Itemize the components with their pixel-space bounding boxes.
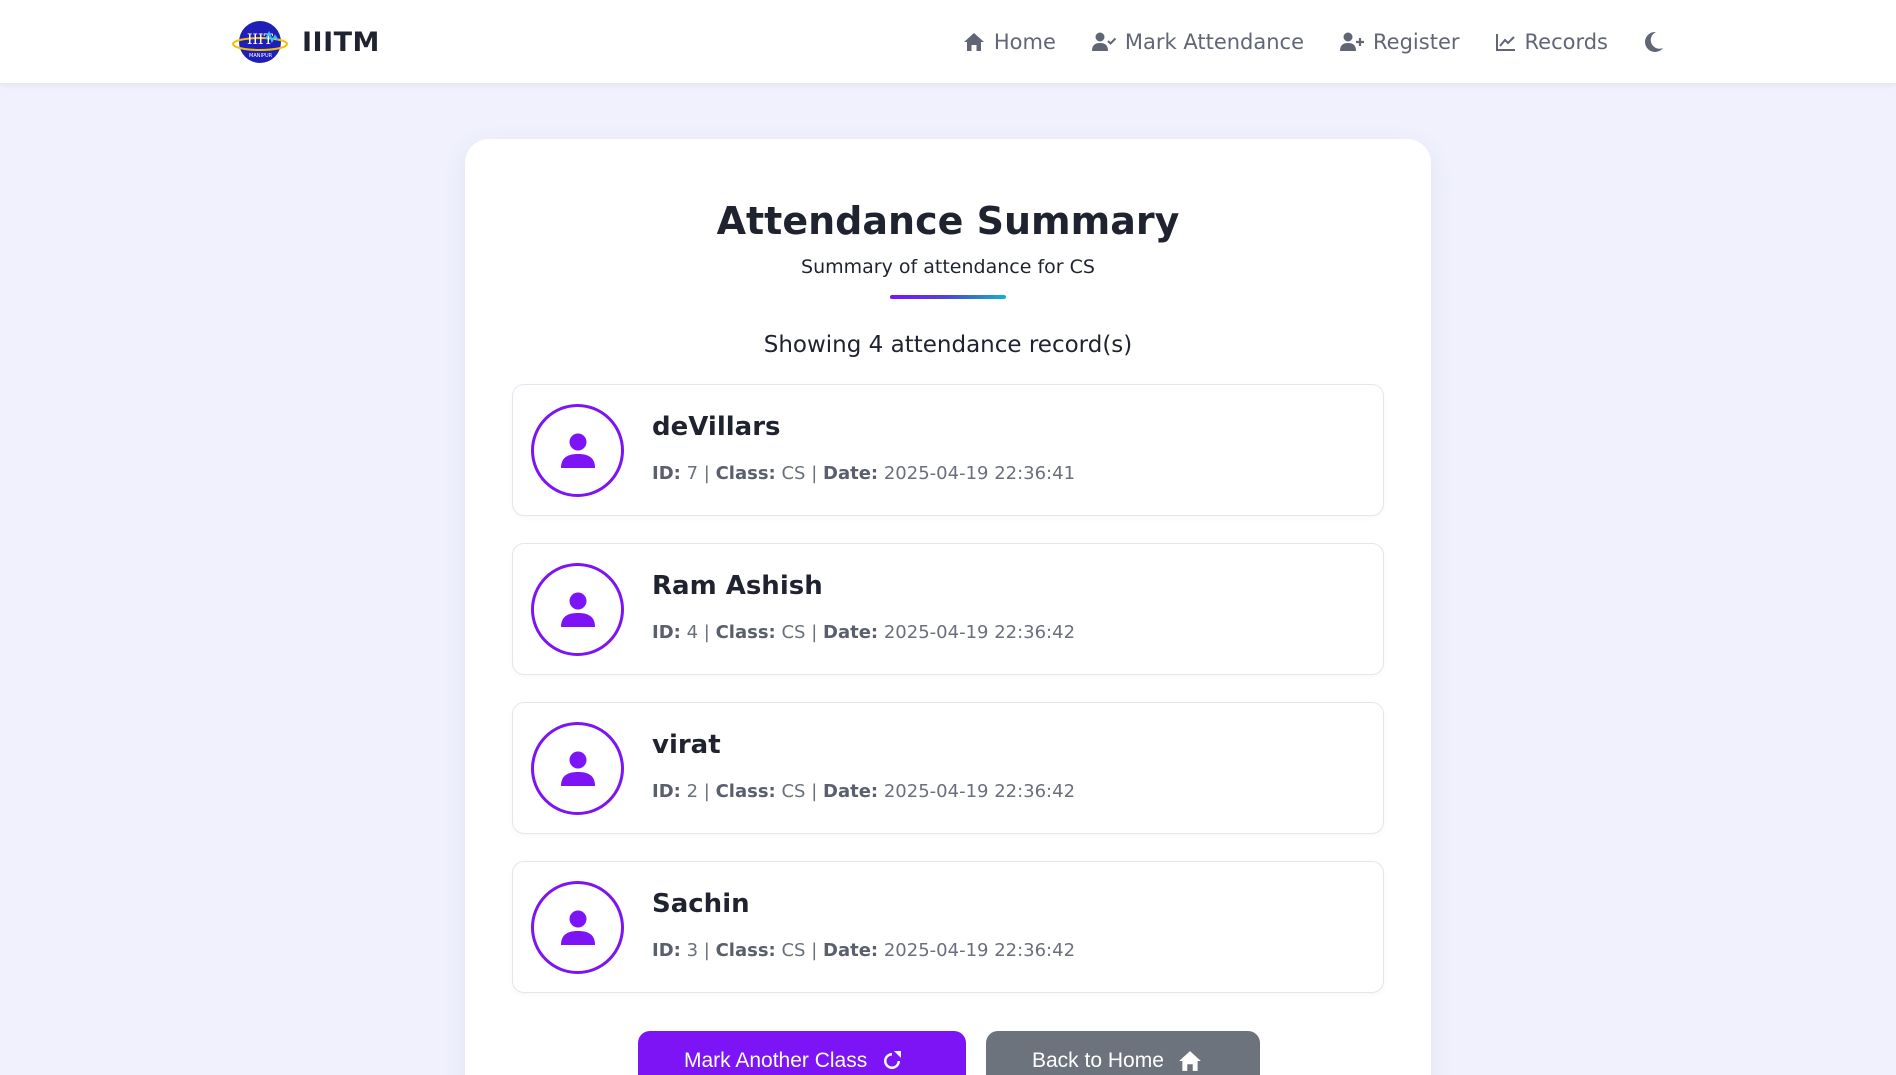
nav-register[interactable]: Register: [1340, 29, 1460, 54]
record-id: 7: [686, 463, 699, 484]
class-label: Class:: [715, 781, 776, 802]
page-title: Attendance Summary: [716, 199, 1180, 243]
record-item: Ram Ashish ID: 4 | Class: CS | Date: 202…: [512, 543, 1384, 675]
separator: |: [811, 940, 818, 961]
brand-name: IIITM: [302, 26, 380, 58]
record-name: Sachin: [652, 889, 750, 919]
mark-another-class-button[interactable]: Mark Another Class: [638, 1031, 966, 1075]
theme-toggle-button[interactable]: [1644, 31, 1664, 53]
record-meta: ID: 7 | Class: CS | Date: 2025-04-19 22:…: [652, 463, 1075, 484]
mark-another-class-label: Mark Another Class: [684, 1049, 868, 1072]
user-check-icon: [1091, 32, 1116, 51]
record-date: 2025-04-19 22:36:42: [883, 781, 1076, 802]
redo-icon: [884, 1051, 902, 1069]
title-divider: [890, 295, 1006, 299]
user-plus-icon: [1340, 32, 1365, 51]
separator: |: [703, 622, 710, 643]
record-id: 4: [686, 622, 699, 643]
brand-link[interactable]: IIIT MANIPUR IIITM: [232, 18, 380, 66]
class-label: Class:: [715, 940, 776, 961]
record-class: CS: [781, 622, 806, 643]
record-date: 2025-04-19 22:36:42: [883, 940, 1076, 961]
class-label: Class:: [715, 463, 776, 484]
back-to-home-label: Back to Home: [1032, 1049, 1164, 1072]
record-meta: ID: 3 | Class: CS | Date: 2025-04-19 22:…: [652, 940, 1075, 961]
attendance-summary-card: Attendance Summary Summary of attendance…: [465, 139, 1431, 1075]
home-icon: [963, 32, 984, 51]
moon-icon: [1645, 31, 1663, 52]
separator: |: [703, 940, 710, 961]
date-label: Date:: [823, 463, 879, 484]
record-item: Sachin ID: 3 | Class: CS | Date: 2025-04…: [512, 861, 1384, 993]
avatar: [531, 404, 624, 497]
id-label: ID:: [652, 622, 681, 643]
page-subtitle: Summary of attendance for CS: [801, 256, 1095, 278]
avatar: [531, 881, 624, 974]
record-meta: ID: 4 | Class: CS | Date: 2025-04-19 22:…: [652, 622, 1075, 643]
record-name: virat: [652, 730, 721, 760]
user-icon: [560, 751, 595, 786]
logo-caption: MANIPUR: [249, 53, 273, 59]
user-icon: [560, 592, 595, 627]
avatar: [531, 722, 624, 815]
class-label: Class:: [715, 622, 776, 643]
nav-records-label: Records: [1524, 29, 1609, 54]
record-class: CS: [781, 463, 806, 484]
date-label: Date:: [823, 781, 879, 802]
id-label: ID:: [652, 781, 681, 802]
avatar: [531, 563, 624, 656]
id-label: ID:: [652, 940, 681, 961]
separator: |: [703, 463, 710, 484]
id-label: ID:: [652, 463, 681, 484]
user-icon: [560, 910, 595, 945]
separator: |: [703, 781, 710, 802]
record-item: deVillars ID: 7 | Class: CS | Date: 2025…: [512, 384, 1384, 516]
record-item: virat ID: 2 | Class: CS | Date: 2025-04-…: [512, 702, 1384, 834]
record-class: CS: [781, 940, 806, 961]
home-icon: [1178, 1051, 1201, 1071]
separator: |: [811, 622, 818, 643]
record-date: 2025-04-19 22:36:42: [883, 622, 1076, 643]
record-id: 2: [686, 781, 699, 802]
nav-records[interactable]: Records: [1495, 29, 1609, 54]
record-class: CS: [781, 781, 806, 802]
nav-home-label: Home: [993, 29, 1056, 54]
navbar: IIIT MANIPUR IIITM Home Mark Attendance …: [0, 0, 1896, 83]
record-count: Showing 4 attendance record(s): [763, 332, 1133, 358]
record-date: 2025-04-19 22:36:41: [883, 463, 1076, 484]
record-id: 3: [686, 940, 699, 961]
nav-mark-attendance[interactable]: Mark Attendance: [1091, 29, 1305, 54]
separator: |: [811, 463, 818, 484]
record-meta: ID: 2 | Class: CS | Date: 2025-04-19 22:…: [652, 781, 1075, 802]
record-name: Ram Ashish: [652, 571, 823, 601]
chart-line-icon: [1495, 33, 1515, 51]
user-icon: [560, 433, 595, 468]
iiitm-logo: IIIT MANIPUR: [232, 19, 288, 65]
date-label: Date:: [823, 940, 879, 961]
date-label: Date:: [823, 622, 879, 643]
record-name: deVillars: [652, 412, 781, 442]
nav-register-label: Register: [1373, 29, 1460, 54]
separator: |: [811, 781, 818, 802]
nav-links: Home Mark Attendance Register Records: [963, 0, 1664, 83]
back-to-home-button[interactable]: Back to Home: [986, 1031, 1260, 1075]
nav-home[interactable]: Home: [963, 30, 1056, 54]
nav-mark-attendance-label: Mark Attendance: [1124, 29, 1305, 54]
